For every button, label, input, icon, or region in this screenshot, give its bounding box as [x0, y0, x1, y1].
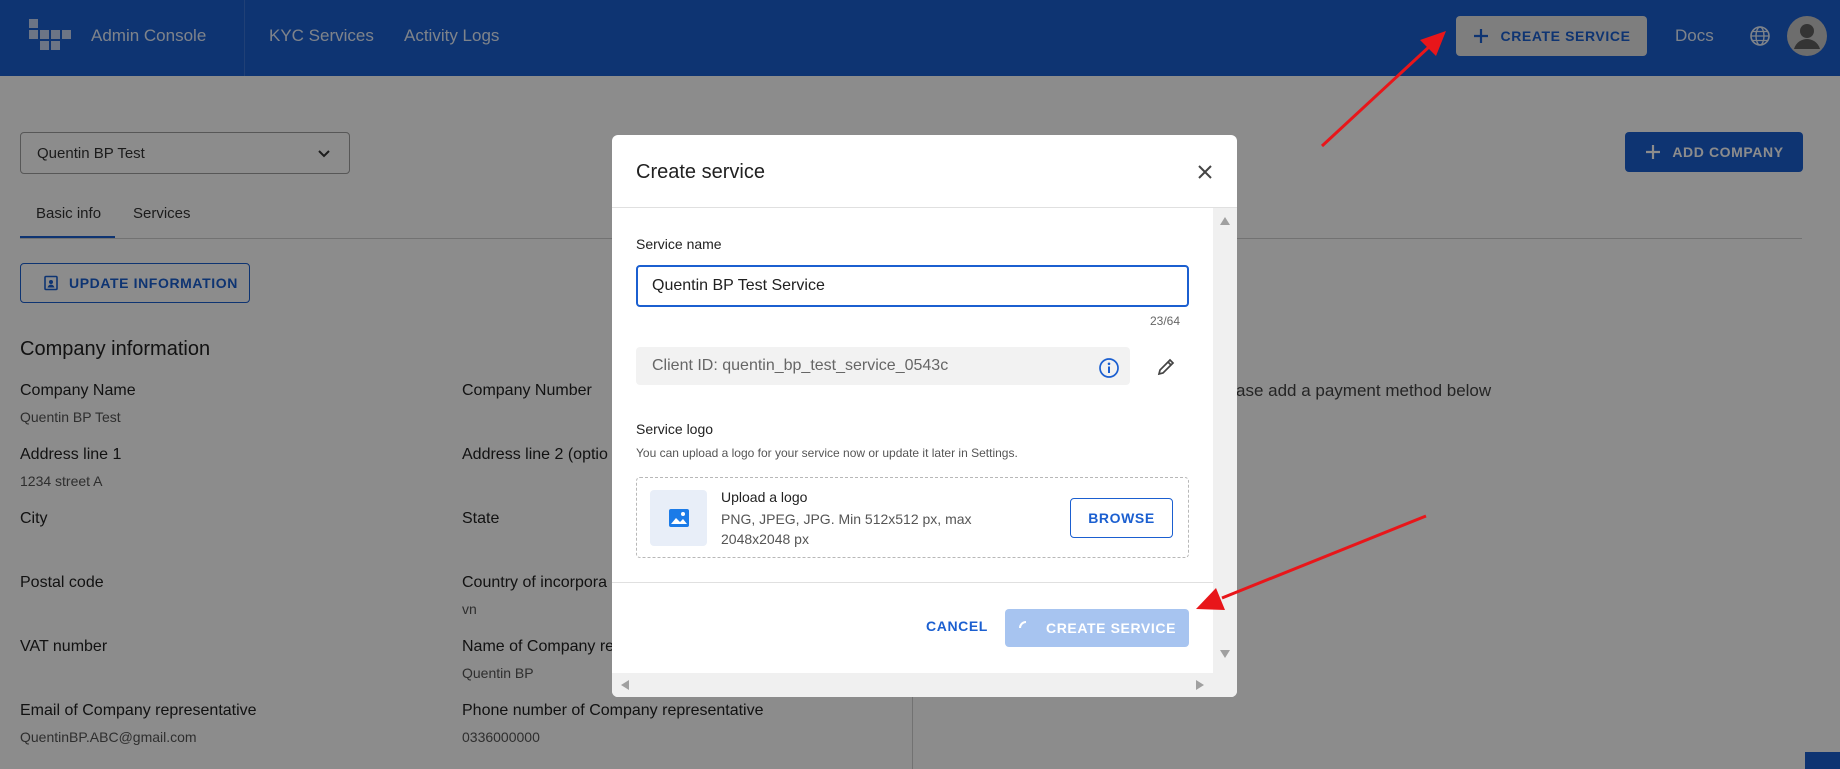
cancel-label: CANCEL	[926, 618, 988, 634]
create-service-button[interactable]: CREATE SERVICE	[1005, 609, 1189, 647]
service-logo-hint: You can upload a logo for your service n…	[636, 446, 1018, 460]
service-name-input[interactable]	[636, 265, 1189, 307]
service-logo-label: Service logo	[636, 421, 714, 437]
horizontal-scrollbar[interactable]	[612, 673, 1213, 697]
create-service-label: CREATE SERVICE	[1045, 620, 1177, 636]
logo-upload-dropzone[interactable]: Upload a logo PNG, JPEG, JPG. Min 512x51…	[636, 477, 1189, 558]
image-icon	[668, 509, 689, 527]
dialog-footer-divider	[612, 582, 1237, 583]
vertical-scrollbar[interactable]	[1213, 208, 1237, 697]
scroll-up-arrow-icon[interactable]	[1220, 217, 1230, 225]
service-name-label: Service name	[636, 236, 722, 252]
upload-description: PNG, JPEG, JPG. Min 512x512 px, max 2048…	[721, 511, 972, 547]
scroll-left-arrow-icon[interactable]	[621, 680, 629, 690]
close-icon[interactable]	[1194, 161, 1216, 183]
browse-label: BROWSE	[1088, 510, 1155, 526]
loading-spinner-icon	[1018, 621, 1027, 629]
dialog-title: Create service	[636, 161, 765, 183]
scroll-down-arrow-icon[interactable]	[1220, 650, 1230, 658]
info-icon[interactable]	[1098, 357, 1120, 379]
create-service-dialog: Create service Service name 23/64 Client…	[612, 135, 1237, 697]
browse-button[interactable]: BROWSE	[1070, 498, 1173, 538]
upload-title: Upload a logo	[721, 489, 808, 505]
scroll-right-arrow-icon[interactable]	[1196, 680, 1204, 690]
image-placeholder	[650, 490, 707, 546]
pencil-icon[interactable]	[1155, 356, 1177, 378]
char-counter: 23/64	[1150, 314, 1181, 328]
cancel-button[interactable]: CANCEL	[917, 609, 997, 643]
dialog-header-divider	[612, 207, 1237, 208]
client-id-text: Client ID: quentin_bp_test_service_0543c	[652, 357, 949, 374]
client-id-field: Client ID: quentin_bp_test_service_0543c	[636, 347, 1130, 385]
